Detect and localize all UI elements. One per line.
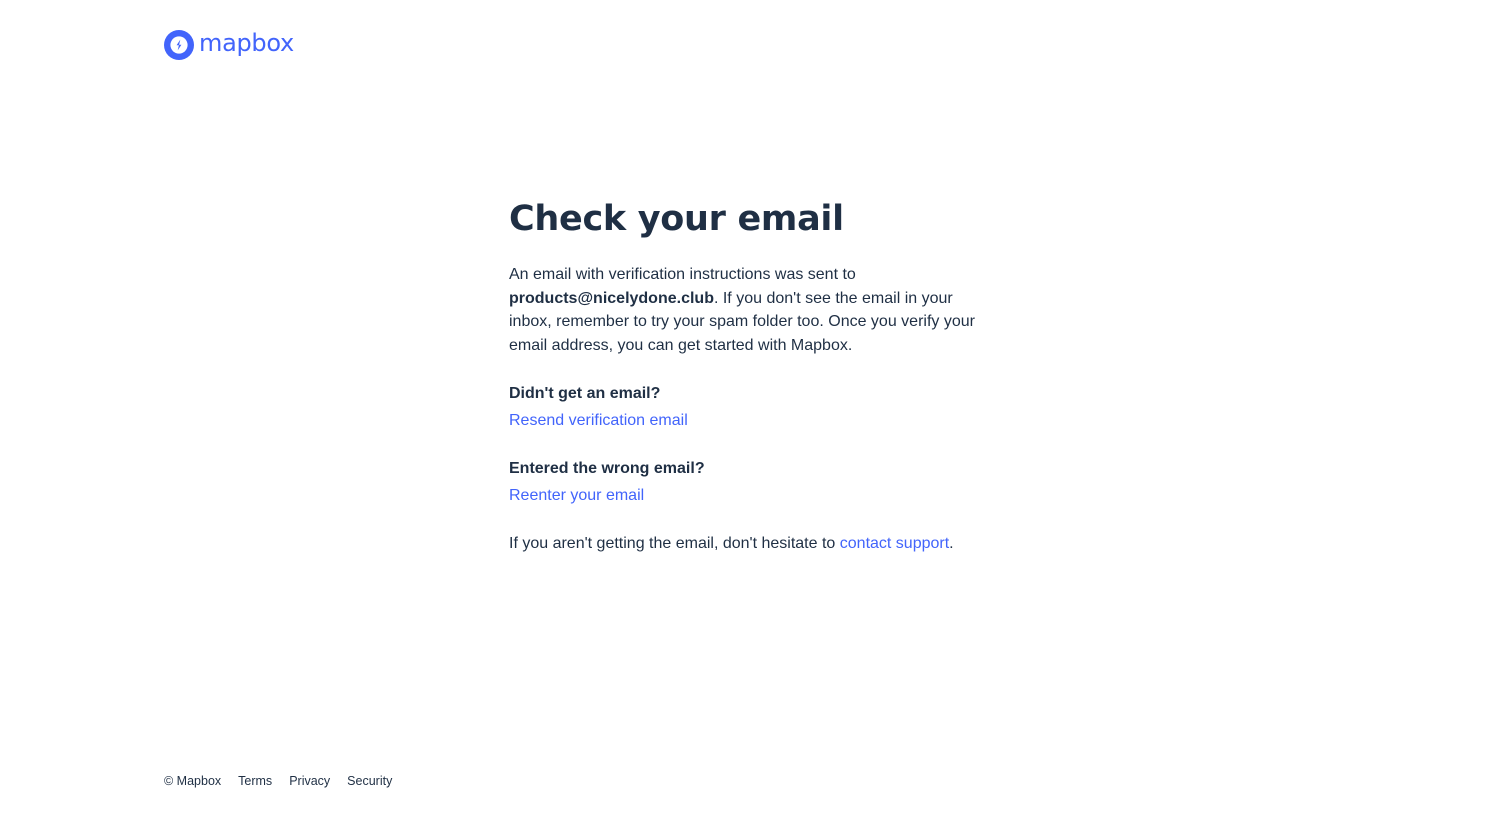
reenter-email-link[interactable]: Reenter your email <box>509 485 644 507</box>
page: mapbox Check your email An email with ve… <box>0 0 1512 814</box>
support-suffix: . <box>949 534 954 552</box>
footer-link-terms[interactable]: Terms <box>238 772 272 790</box>
verification-panel: Check your email An email with verificat… <box>509 197 999 555</box>
resend-heading: Didn't get an email? <box>509 384 661 402</box>
copyright: © Mapbox <box>164 774 222 788</box>
verification-message: An email with verification instructions … <box>509 263 999 358</box>
mapbox-logo[interactable]: mapbox <box>164 29 294 60</box>
page-title: Check your email <box>509 199 844 239</box>
message-prefix: An email with verification instructions … <box>509 266 856 283</box>
resend-verification-link[interactable]: Resend verification email <box>509 410 688 432</box>
reenter-section: Entered the wrong email? Reenter your em… <box>509 458 999 507</box>
logo-wordmark: mapbox <box>199 28 294 57</box>
footer-link-security[interactable]: Security <box>347 772 392 790</box>
footer-link-privacy[interactable]: Privacy <box>289 772 330 790</box>
contact-support-link[interactable]: contact support <box>840 535 949 552</box>
resend-section: Didn't get an email? Resend verification… <box>509 383 999 432</box>
reenter-heading: Entered the wrong email? <box>509 459 705 477</box>
support-prefix: If you aren't getting the email, don't h… <box>509 534 840 552</box>
sent-to-email: products@nicelydone.club <box>509 289 714 307</box>
support-message: If you aren't getting the email, don't h… <box>509 533 999 555</box>
footer: © Mapbox Terms Privacy Security <box>164 772 409 790</box>
mapbox-logo-icon <box>164 29 194 60</box>
